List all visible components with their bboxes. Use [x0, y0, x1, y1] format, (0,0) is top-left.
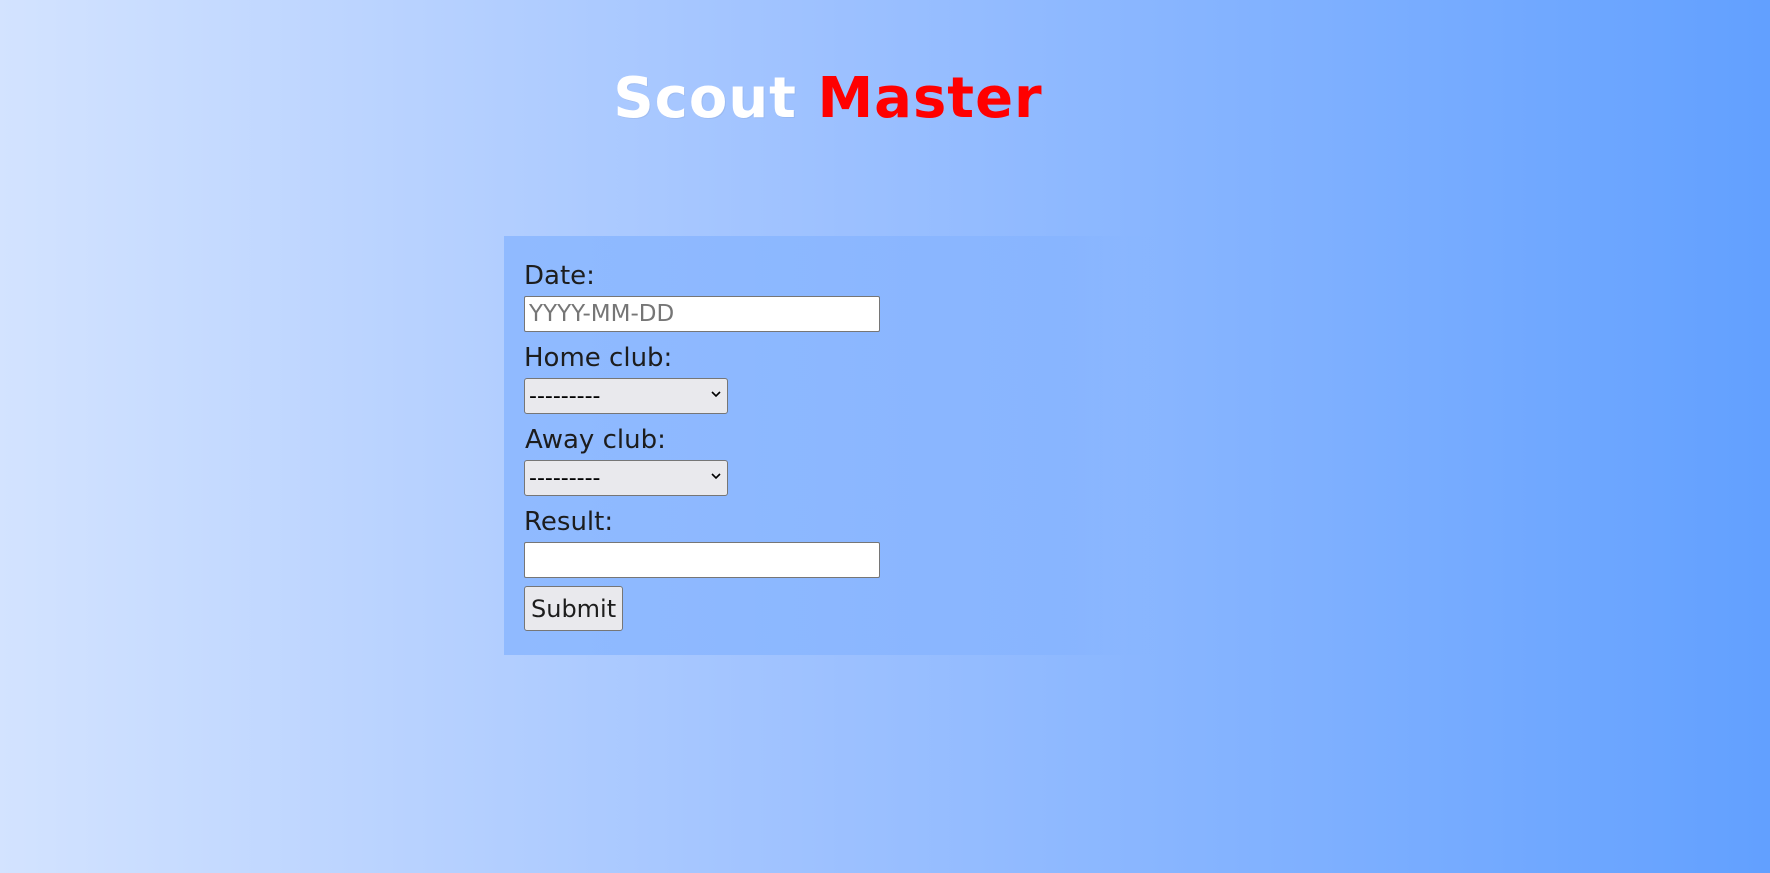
home-club-select[interactable]: --------- [524, 378, 728, 414]
site-logo: Scout Master [0, 64, 1656, 134]
date-input[interactable] [524, 296, 880, 332]
result-label: Result: [524, 507, 614, 537]
home-club-label: Home club: [524, 343, 673, 373]
logo-text-accent: Master [817, 65, 1043, 131]
home-club-select-wrapper: --------- [524, 378, 728, 414]
away-club-select-wrapper: --------- [524, 460, 728, 496]
logo-text-primary: Scout [613, 65, 797, 131]
result-input[interactable] [524, 542, 880, 578]
away-club-select[interactable]: --------- [524, 460, 728, 496]
match-entry-form: Date: Home club: --------- Away club: --… [504, 236, 1162, 655]
submit-button[interactable]: Submit [524, 586, 624, 631]
away-club-label: Away club: [525, 425, 666, 455]
date-label: Date: [524, 261, 595, 291]
